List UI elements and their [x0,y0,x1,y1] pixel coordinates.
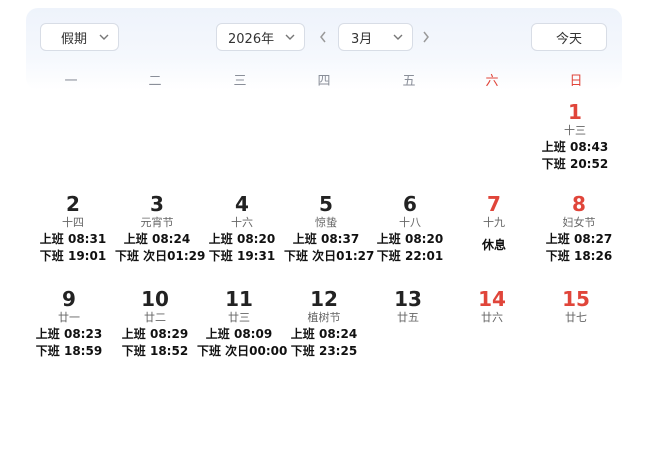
day-cell[interactable]: 10 廿二 上班 08:29 下班 18:52 [113,287,197,360]
weekday-header-fri: 五 [402,74,416,89]
day-number: 14 [478,287,506,311]
day-cell[interactable]: 6 十八 上班 08:20 下班 22:01 [368,192,452,265]
day-number: 2 [66,192,80,216]
day-cell[interactable]: 5 惊蛰 上班 08:37 下班 次日01:27 [284,192,375,265]
month-dropdown-label: 3月 [351,31,373,47]
day-number: 8 [572,192,586,216]
day-cell[interactable]: 4 十六 上班 08:20 下班 19:31 [200,192,284,265]
lunar-date: 廿五 [397,311,419,324]
clock-out-time: 下班 次日00:00 [197,344,288,358]
clock-in-time: 上班 08:31 [39,232,107,246]
day-cell[interactable]: 7 十九 休息 [452,192,536,253]
day-number: 13 [394,287,422,311]
day-number: 6 [403,192,417,216]
day-number: 4 [235,192,249,216]
day-number: 1 [568,100,582,124]
day-cell[interactable]: 15 廿七 [534,287,618,326]
weekday-header-mon: 一 [64,74,78,89]
holiday-dropdown-label: 假期 [61,31,88,47]
clock-out-time: 下班 19:01 [39,249,107,263]
day-cell[interactable]: 1 十三 上班 08:43 下班 20:52 [533,100,617,173]
chevron-down-icon [393,34,403,40]
clock-in-time: 上班 08:24 [290,327,358,341]
lunar-date: 十四 [62,216,84,229]
month-dropdown[interactable]: 3月 [338,23,413,51]
day-number: 3 [150,192,164,216]
clock-in-time: 上班 08:27 [545,232,613,246]
chevron-right-icon[interactable] [421,30,431,44]
today-button[interactable]: 今天 [531,23,607,51]
clock-out-time: 下班 22:01 [376,249,444,263]
day-cell[interactable]: 8 妇女节 上班 08:27 下班 18:26 [537,192,621,265]
lunar-date: 十九 [483,216,505,229]
day-number: 11 [225,287,253,311]
clock-in-time: 上班 08:23 [35,327,103,341]
clock-out-time: 下班 19:31 [208,249,276,263]
clock-in-time: 上班 08:20 [376,232,444,246]
lunar-date: 廿七 [565,311,587,324]
chevron-down-icon [99,34,109,40]
lunar-date: 元宵节 [140,216,174,229]
lunar-date: 廿一 [58,311,80,324]
lunar-date: 妇女节 [562,216,596,229]
lunar-date: 植树节 [307,311,341,324]
lunar-date: 廿三 [228,311,250,324]
lunar-date: 廿六 [481,311,503,324]
day-cell[interactable]: 11 廿三 上班 08:09 下班 次日00:00 [197,287,288,360]
clock-out-time: 下班 20:52 [541,157,609,171]
day-number: 5 [319,192,333,216]
year-dropdown-label: 2026年 [228,31,275,47]
day-number: 12 [310,287,338,311]
clock-out-time: 下班 18:59 [35,344,103,358]
clock-out-time: 下班 次日01:29 [115,249,206,263]
weekday-header-thu: 四 [317,74,331,89]
weekday-header-sun: 日 [569,74,583,89]
clock-out-time: 下班 18:26 [545,249,613,263]
clock-in-time: 上班 08:43 [541,140,609,154]
weekday-header-wed: 三 [233,74,247,89]
clock-in-time: 上班 08:29 [121,327,189,341]
day-number: 7 [487,192,501,216]
day-cell[interactable]: 12 植树节 上班 08:24 下班 23:25 [282,287,366,360]
today-button-label: 今天 [555,31,582,47]
year-dropdown[interactable]: 2026年 [216,23,305,51]
lunar-date: 惊蛰 [315,216,337,229]
day-cell[interactable]: 2 十四 上班 08:31 下班 19:01 [31,192,115,265]
weekday-header-sat: 六 [485,74,499,89]
day-cell[interactable]: 13 廿五 [366,287,450,326]
day-number: 15 [562,287,590,311]
lunar-date: 廿二 [144,311,166,324]
day-cell[interactable]: 3 元宵节 上班 08:24 下班 次日01:29 [115,192,206,265]
clock-in-time: 上班 08:20 [208,232,276,246]
lunar-date: 十六 [231,216,253,229]
day-cell[interactable]: 9 廿一 上班 08:23 下班 18:59 [27,287,111,360]
clock-in-time: 上班 08:09 [205,327,273,341]
holiday-dropdown[interactable]: 假期 [40,23,119,51]
weekday-header-tue: 二 [148,74,162,89]
clock-in-time: 上班 08:37 [292,232,360,246]
lunar-date: 十八 [399,216,421,229]
clock-out-time: 下班 18:52 [121,344,189,358]
clock-out-time: 下班 23:25 [290,344,358,358]
day-number: 10 [141,287,169,311]
rest-day-label: 休息 [481,238,506,252]
lunar-date: 十三 [564,124,586,137]
day-number: 9 [62,287,76,311]
clock-out-time: 下班 次日01:27 [284,249,375,263]
clock-in-time: 上班 08:24 [123,232,191,246]
chevron-down-icon [285,34,295,40]
day-cell[interactable]: 14 廿六 [450,287,534,326]
chevron-left-icon[interactable] [318,30,328,44]
